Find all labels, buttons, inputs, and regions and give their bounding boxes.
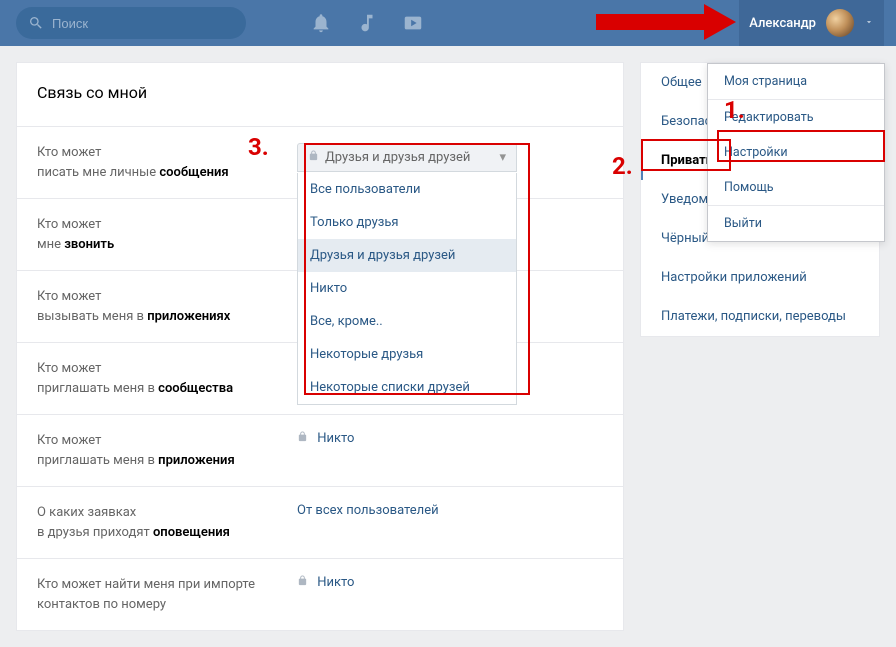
avatar: [826, 9, 854, 37]
setting-row: Кто может приглашать меня в приложения Н…: [17, 414, 623, 486]
setting-row: О каких заявках в друзья приходят оповещ…: [17, 486, 623, 558]
search-input[interactable]: [52, 16, 234, 31]
lock-icon: [297, 431, 311, 446]
user-dropdown-menu: Моя страница Редактировать Настройки Пом…: [707, 63, 885, 242]
annotation-arrow: [596, 4, 736, 40]
menu-item-help[interactable]: Помощь: [708, 170, 884, 205]
video-icon[interactable]: [402, 12, 424, 34]
music-icon[interactable]: [356, 12, 378, 34]
dropdown-option[interactable]: Некоторые друзья: [298, 338, 516, 371]
search-icon: [28, 15, 44, 31]
top-header: Александр: [0, 0, 896, 46]
row-label: Кто может найти меня при импорте контакт…: [37, 575, 297, 614]
dropdown-option[interactable]: Только друзья: [298, 206, 516, 239]
lock-icon: [297, 575, 311, 590]
dropdown-option[interactable]: Все, кроме..: [298, 305, 516, 338]
dropdown-option[interactable]: Некоторые списки друзей: [298, 371, 516, 404]
page-layout: Связь со мной Кто может писать мне личны…: [0, 46, 896, 647]
row-label: Кто может приглашать меня в сообщества: [37, 359, 297, 398]
row-value[interactable]: Никто: [297, 431, 603, 446]
bell-icon[interactable]: [310, 12, 332, 34]
user-name: Александр: [749, 16, 816, 31]
dropdown-option[interactable]: Все пользователи: [298, 173, 516, 206]
dropdown-selected-label: Друзья и друзья друзей: [325, 150, 470, 165]
setting-row: Кто может найти меня при импорте контакт…: [17, 558, 623, 630]
header-icons-group: [310, 12, 424, 34]
privacy-dropdown-list: Все пользователи Только друзья Друзья и …: [297, 173, 517, 405]
chevron-down-icon: [864, 16, 874, 31]
settings-panel: Связь со мной Кто может писать мне личны…: [16, 62, 624, 631]
row-label: Кто может мне звонить: [37, 215, 297, 254]
menu-item-settings[interactable]: Настройки: [708, 135, 884, 170]
menu-item-my-page[interactable]: Моя страница: [708, 64, 884, 99]
privacy-dropdown-trigger[interactable]: Друзья и друзья друзей ▾: [297, 143, 517, 172]
sidebar-item-payments[interactable]: Платежи, подписки, переводы: [641, 297, 879, 336]
row-value[interactable]: От всех пользователей: [297, 503, 603, 518]
settings-sidebar: Общее Безопасность Приватность Уведомлен…: [640, 62, 880, 337]
setting-row: Кто может писать мне личные сообщения Др…: [17, 126, 623, 198]
section-title: Связь со мной: [17, 63, 623, 126]
row-value: Друзья и друзья друзей ▾ Все пользовател…: [297, 143, 517, 172]
menu-item-logout[interactable]: Выйти: [708, 206, 884, 241]
row-label: Кто может писать мне личные сообщения: [37, 143, 297, 182]
dropdown-option[interactable]: Никто: [298, 272, 516, 305]
menu-item-edit[interactable]: Редактировать: [708, 100, 884, 135]
row-value[interactable]: Никто: [297, 575, 603, 590]
search-box[interactable]: [16, 7, 246, 39]
row-label: Кто может приглашать меня в приложения: [37, 431, 297, 470]
row-label: Кто может вызывать меня в приложениях: [37, 287, 297, 326]
row-label: О каких заявках в друзья приходят оповещ…: [37, 503, 297, 542]
dropdown-option[interactable]: Друзья и друзья друзей: [298, 239, 516, 272]
sidebar-item-apps[interactable]: Настройки приложений: [641, 258, 879, 297]
chevron-down-icon: ▾: [499, 150, 506, 165]
lock-icon: [308, 150, 319, 165]
user-menu-trigger[interactable]: Александр: [739, 0, 884, 46]
